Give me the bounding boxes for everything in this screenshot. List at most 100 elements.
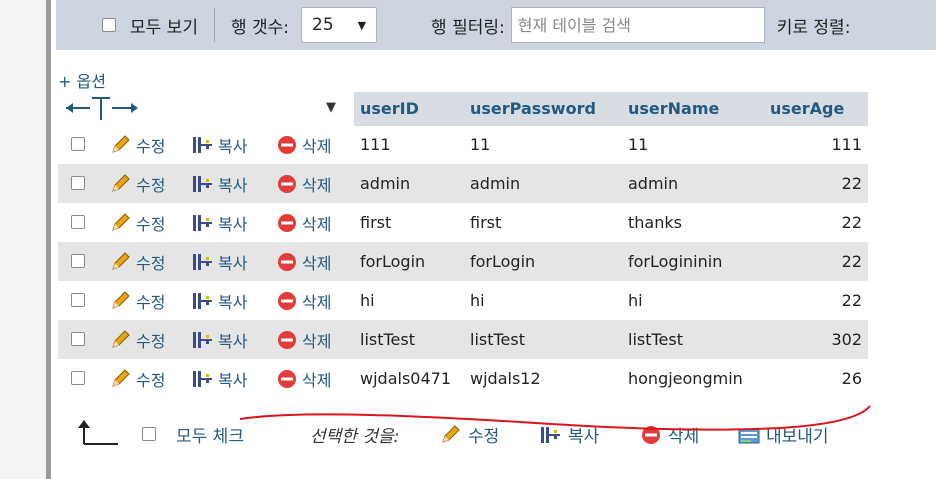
row-copy-button[interactable]: 복사 — [192, 172, 247, 196]
row-checkbox[interactable] — [71, 137, 85, 151]
row-delete-button[interactable]: 삭제 — [276, 133, 331, 157]
cell-userid: first — [360, 213, 392, 232]
cell-userid: hi — [360, 291, 375, 310]
row-copy-button[interactable]: 복사 — [192, 250, 247, 274]
cell-userpassword: forLogin — [470, 252, 536, 271]
toolbar-separator — [213, 8, 215, 42]
row-edit-label: 수정 — [136, 254, 166, 273]
table-row: 수정 복사 삭제 forLogin forLogin forLogininin 22 — [58, 242, 868, 281]
row-copy-button[interactable]: 복사 — [192, 367, 247, 391]
copy-icon — [193, 176, 212, 192]
column-arrows-icon[interactable] — [64, 96, 140, 120]
options-link[interactable]: + 옵션 — [58, 68, 106, 92]
row-delete-button[interactable]: 삭제 — [276, 250, 331, 274]
bulk-export-label: 내보내기 — [766, 427, 829, 447]
row-copy-button[interactable]: 복사 — [192, 328, 247, 352]
cell-userpassword: listTest — [470, 330, 526, 349]
check-all-label[interactable]: 모두 체크 — [176, 422, 244, 447]
row-edit-button[interactable]: 수정 — [110, 289, 165, 313]
cell-userage: 22 — [841, 174, 862, 193]
rows-count-select[interactable]: 25 ▼ — [301, 7, 378, 43]
delete-icon — [278, 175, 296, 193]
row-edit-button[interactable]: 수정 — [110, 211, 165, 235]
row-checkbox[interactable] — [71, 254, 85, 268]
cell-userage: 22 — [841, 291, 862, 310]
cell-userage: 26 — [841, 369, 862, 388]
column-header-userpassword[interactable]: userPassword — [464, 92, 622, 126]
row-checkbox[interactable] — [71, 371, 85, 385]
column-header-userid[interactable]: userID — [354, 92, 464, 126]
row-edit-button[interactable]: 수정 — [110, 250, 165, 274]
cell-username: forLogininin — [628, 252, 723, 271]
row-delete-button[interactable]: 삭제 — [276, 328, 331, 352]
table-row: 수정 복사 삭제 first first thanks 22 — [58, 203, 868, 242]
show-all-checkbox[interactable] — [102, 18, 116, 32]
bulk-copy-label: 복사 — [568, 427, 600, 447]
cell-userid: 111 — [360, 135, 391, 154]
table-row: 수정 복사 삭제 wjdals0471 wjdals12 hongjeongmin 26 — [58, 359, 868, 398]
pencil-icon — [112, 135, 130, 153]
copy-icon — [193, 254, 212, 270]
row-copy-label: 복사 — [218, 176, 248, 195]
bulk-export-button[interactable]: 내보내기 — [738, 422, 829, 447]
table-footer: 모두 체크 선택한 것을: 수정 복사 삭제 내보내기 — [58, 414, 878, 454]
table-row: 수정 복사 삭제 admin admin admin 22 — [58, 164, 868, 203]
row-copy-button[interactable]: 복사 — [192, 133, 247, 157]
pencil-icon — [442, 424, 460, 443]
pencil-icon — [112, 330, 130, 348]
rows-count-label: 행 갯수: — [230, 17, 290, 38]
copy-icon — [193, 293, 212, 309]
row-edit-label: 수정 — [136, 293, 166, 312]
row-delete-button[interactable]: 삭제 — [276, 289, 331, 313]
row-delete-button[interactable]: 삭제 — [276, 367, 331, 391]
row-delete-button[interactable]: 삭제 — [276, 172, 331, 196]
row-edit-label: 수정 — [136, 215, 166, 234]
table-toolbar: 모두 보기 행 갯수: 25 ▼ 행 필터링: 키로 정렬: — [56, 0, 936, 50]
check-all-checkbox[interactable] — [142, 427, 156, 441]
row-edit-label: 수정 — [136, 332, 166, 351]
cell-userage: 22 — [841, 252, 862, 271]
row-copy-label: 복사 — [218, 137, 248, 156]
bulk-copy-button[interactable]: 복사 — [540, 422, 599, 447]
column-header-userage[interactable]: userAge — [764, 92, 868, 126]
row-copy-button[interactable]: 복사 — [192, 211, 247, 235]
panel-resizer[interactable] — [46, 0, 51, 479]
sort-by-key-label: 키로 정렬: — [776, 17, 851, 38]
copy-icon — [193, 332, 212, 348]
row-checkbox[interactable] — [71, 293, 85, 307]
delete-icon — [278, 136, 296, 154]
bulk-edit-button[interactable]: 수정 — [440, 422, 499, 447]
row-edit-button[interactable]: 수정 — [110, 367, 165, 391]
row-copy-label: 복사 — [218, 332, 248, 351]
cell-userpassword: admin — [470, 174, 521, 193]
row-delete-label: 삭제 — [302, 254, 332, 273]
sort-caret-icon[interactable]: ▼ — [326, 100, 336, 115]
row-delete-label: 삭제 — [302, 293, 332, 312]
row-edit-button[interactable]: 수정 — [110, 133, 165, 157]
row-edit-button[interactable]: 수정 — [110, 172, 165, 196]
column-header-username[interactable]: userName — [622, 92, 764, 126]
delete-icon — [278, 253, 296, 271]
bulk-delete-button[interactable]: 삭제 — [640, 422, 699, 447]
arrow-up-icon — [78, 420, 118, 445]
row-checkbox[interactable] — [71, 332, 85, 346]
cell-userpassword: wjdals12 — [470, 369, 541, 388]
row-copy-label: 복사 — [218, 254, 248, 273]
delete-icon — [278, 331, 296, 349]
row-checkbox[interactable] — [71, 215, 85, 229]
row-edit-button[interactable]: 수정 — [110, 328, 165, 352]
row-delete-button[interactable]: 삭제 — [276, 211, 331, 235]
cell-username: hongjeongmin — [628, 369, 743, 388]
cell-username: thanks — [628, 213, 682, 232]
show-all-label[interactable]: 모두 보기 — [130, 13, 198, 38]
row-checkbox[interactable] — [71, 176, 85, 190]
filter-rows-input[interactable] — [510, 7, 765, 43]
row-copy-label: 복사 — [218, 293, 248, 312]
row-copy-button[interactable]: 복사 — [192, 289, 247, 313]
cell-username: 11 — [628, 135, 649, 154]
pencil-icon — [112, 291, 130, 309]
cell-userid: wjdals0471 — [360, 369, 451, 388]
row-delete-label: 삭제 — [302, 176, 332, 195]
pencil-icon — [112, 213, 130, 231]
row-edit-label: 수정 — [136, 137, 166, 156]
